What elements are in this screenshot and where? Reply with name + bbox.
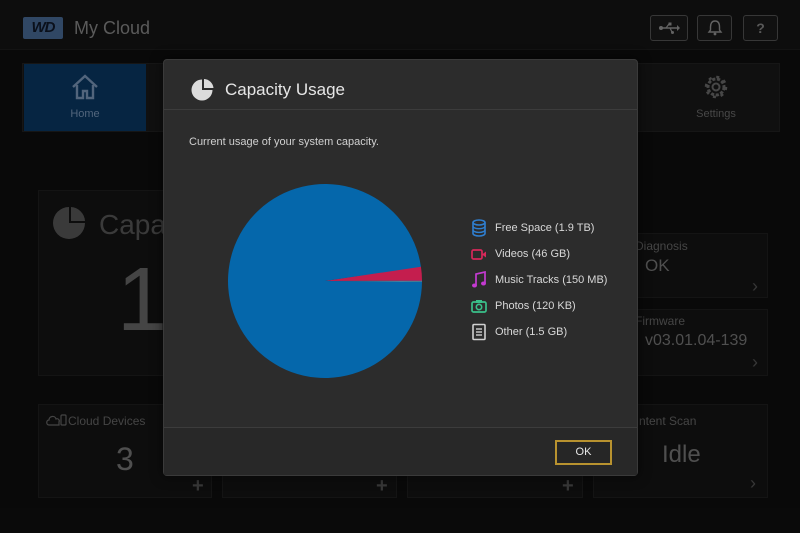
camera-icon xyxy=(471,300,487,313)
dialog-description: Current usage of your system capacity. xyxy=(189,136,379,148)
legend-label: Photos (120 KB) xyxy=(495,300,576,312)
legend-label: Free Space (1.9 TB) xyxy=(495,222,595,234)
legend-item-free-space: Free Space (1.9 TB) xyxy=(471,219,631,245)
capacity-pie-chart xyxy=(228,184,422,378)
dialog-title: Capacity Usage xyxy=(225,80,346,99)
dialog-footer: OK xyxy=(164,427,637,475)
dialog-header: Capacity Usage xyxy=(164,60,637,110)
legend-item-music: Music Tracks (150 MB) xyxy=(471,271,631,297)
legend-label: Music Tracks (150 MB) xyxy=(495,274,608,286)
database-icon xyxy=(472,219,486,237)
legend-item-photos: Photos (120 KB) xyxy=(471,297,631,323)
legend-item-other: Other (1.5 GB) xyxy=(471,323,631,349)
legend-label: Other (1.5 GB) xyxy=(495,326,568,338)
ok-button[interactable]: OK xyxy=(555,440,612,465)
capacity-usage-dialog: Capacity Usage Current usage of your sys… xyxy=(163,59,638,476)
chart-legend: Free Space (1.9 TB) Videos (46 GB) Music… xyxy=(471,219,631,349)
pie-chart-icon xyxy=(191,79,214,101)
music-icon xyxy=(472,271,486,288)
document-icon xyxy=(472,323,486,341)
legend-label: Videos (46 GB) xyxy=(495,248,571,260)
video-icon xyxy=(471,249,486,260)
legend-item-videos: Videos (46 GB) xyxy=(471,245,631,271)
